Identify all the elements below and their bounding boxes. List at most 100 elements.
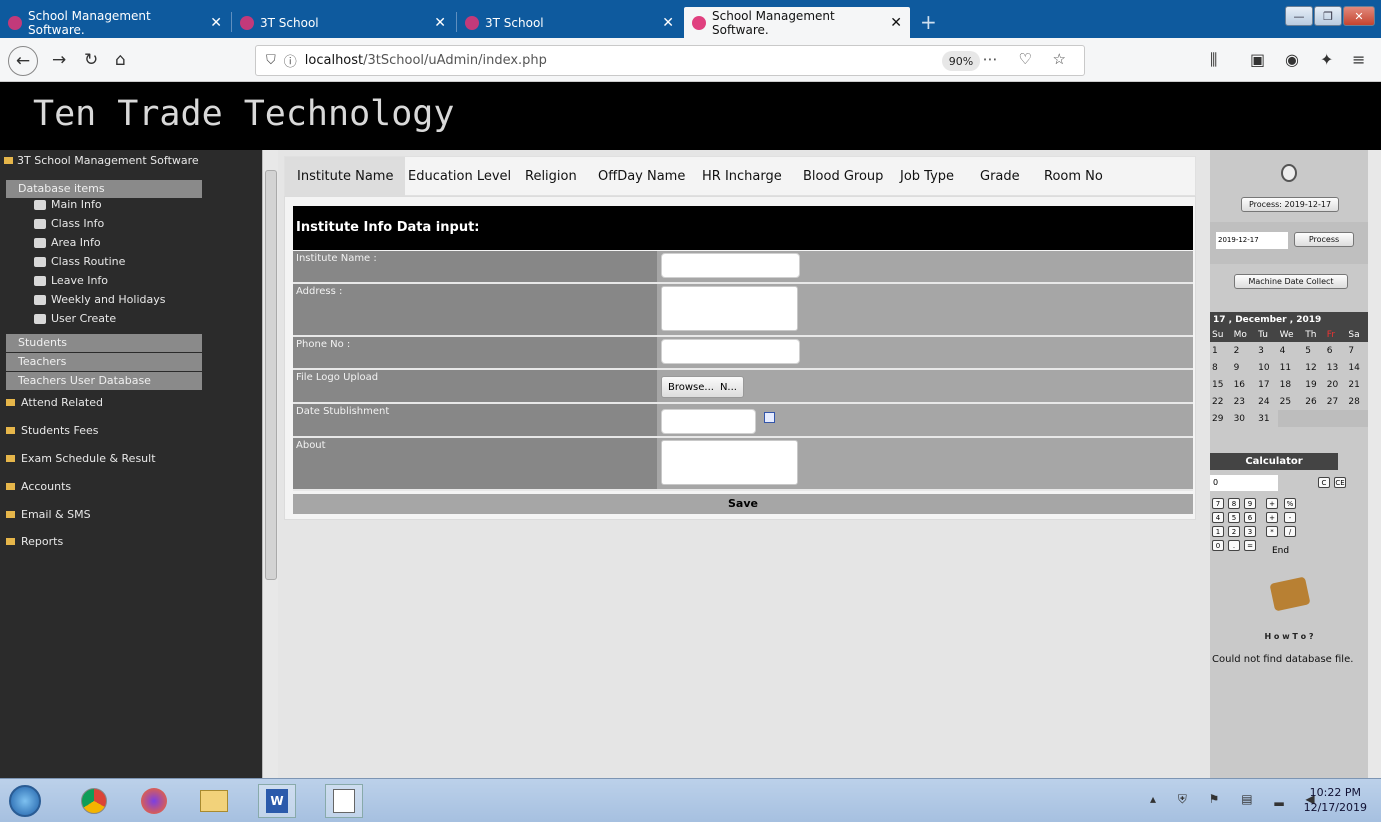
calendar-day[interactable]: 6	[1325, 342, 1347, 359]
calendar-day[interactable]: 21	[1346, 376, 1368, 393]
scrollbar-thumb[interactable]	[265, 170, 277, 580]
calendar-day[interactable]: 19	[1303, 376, 1325, 393]
calc-key[interactable]: -	[1284, 512, 1296, 523]
folder-attend-related[interactable]: Attend Related	[6, 396, 103, 409]
machine-date-collect-button[interactable]: Machine Date Collect	[1234, 274, 1348, 289]
band-teachers-user-database[interactable]: Teachers User Database	[6, 372, 202, 390]
tab-job-type[interactable]: Job Type	[888, 157, 966, 197]
forward-icon[interactable]: →	[52, 50, 66, 70]
sidebar-item-class-info[interactable]: Class Info	[34, 217, 104, 230]
calc-key[interactable]: 2	[1228, 526, 1240, 537]
calendar-day[interactable]: 30	[1232, 410, 1257, 427]
calendar-day[interactable]: 24	[1256, 393, 1278, 410]
save-button[interactable]: Save	[293, 494, 1193, 514]
tab-room-no[interactable]: Room No	[1032, 157, 1115, 197]
date-input[interactable]: 2019-12-17	[1216, 232, 1288, 249]
reload-icon[interactable]: ↻	[84, 50, 98, 70]
calc-key[interactable]: 7	[1212, 498, 1224, 509]
calendar-day[interactable]: 4	[1278, 342, 1304, 359]
browser-tab-1[interactable]: School Management Software. ✕	[0, 7, 230, 38]
calc-key[interactable]: 0	[1212, 540, 1224, 551]
phone-input[interactable]	[661, 339, 800, 364]
calc-key[interactable]: 4	[1212, 512, 1224, 523]
calendar-day[interactable]: 23	[1232, 393, 1257, 410]
band-students[interactable]: Students	[6, 334, 202, 352]
calendar-day[interactable]: 11	[1278, 359, 1304, 376]
tab-religion[interactable]: Religion	[513, 157, 589, 197]
calc-key[interactable]: 9	[1244, 498, 1256, 509]
band-teachers[interactable]: Teachers	[6, 353, 202, 371]
maximize-button[interactable]: ❐	[1314, 6, 1342, 26]
page-scrollbar[interactable]	[1368, 150, 1381, 778]
chrome-icon[interactable]	[75, 784, 113, 818]
calendar-day[interactable]: 3	[1256, 342, 1278, 359]
calendar-day[interactable]: 27	[1325, 393, 1347, 410]
browse-button[interactable]: Browse... N...	[661, 376, 744, 398]
calendar-day[interactable]: 31	[1256, 410, 1278, 427]
calendar-day[interactable]: 28	[1346, 393, 1368, 410]
tab-education-level[interactable]: Education Level	[396, 157, 523, 197]
new-tab-button[interactable]: +	[920, 10, 937, 34]
date-input[interactable]	[661, 409, 756, 434]
start-button[interactable]	[6, 784, 44, 818]
calendar-day[interactable]: 8	[1210, 359, 1232, 376]
browser-tab-3[interactable]: 3T School ✕	[457, 7, 682, 38]
sidebar-item-leave-info[interactable]: Leave Info	[34, 274, 108, 287]
about-textarea[interactable]	[661, 440, 798, 485]
calc-c-key[interactable]: C	[1318, 477, 1330, 488]
calendar-day[interactable]: 22	[1210, 393, 1232, 410]
zoom-level[interactable]: 90%	[942, 51, 980, 71]
tab-hr-incharge[interactable]: HR Incharge	[690, 157, 794, 197]
calc-key[interactable]: %	[1284, 498, 1296, 509]
calendar-day[interactable]: 14	[1346, 359, 1368, 376]
calc-ce-key[interactable]: CE	[1334, 477, 1346, 488]
address-textarea[interactable]	[661, 286, 798, 331]
account-icon[interactable]: ◉	[1285, 50, 1299, 69]
system-tray-icons[interactable]: ▴ ⛨ ⚑ ▤ ▂ ◀	[1150, 792, 1324, 807]
calc-key[interactable]: 8	[1228, 498, 1240, 509]
library-icon[interactable]: ⫼	[1210, 50, 1217, 70]
calendar-day[interactable]: 5	[1303, 342, 1325, 359]
url-bar[interactable]: ⛉ ⓘ localhost/3tSchool/uAdmin/index.php …	[255, 45, 1085, 76]
folder-exam-schedule-result[interactable]: Exam Schedule & Result	[6, 452, 156, 465]
calendar-day[interactable]: 2	[1232, 342, 1257, 359]
folder-students-fees[interactable]: Students Fees	[6, 424, 99, 437]
system-clock[interactable]: 10:22 PM 12/17/2019	[1304, 785, 1367, 815]
calendar-day[interactable]: 26	[1303, 393, 1325, 410]
sidebar-icon[interactable]: ▣	[1250, 50, 1265, 69]
calc-key[interactable]: 6	[1244, 512, 1256, 523]
process-date-button[interactable]: Process: 2019-12-17	[1241, 197, 1339, 212]
institute-name-input[interactable]	[661, 253, 800, 278]
calendar-day[interactable]: 1	[1210, 342, 1232, 359]
tree-root[interactable]: 3T School Management Software	[4, 154, 199, 167]
calendar-day[interactable]: 16	[1232, 376, 1257, 393]
browser-tab-4-active[interactable]: School Management Software. ✕	[684, 7, 910, 38]
calc-key[interactable]: 1	[1212, 526, 1224, 537]
editor-icon[interactable]	[325, 784, 363, 818]
calc-key[interactable]: =	[1244, 540, 1256, 551]
calc-key[interactable]: /	[1284, 526, 1296, 537]
calc-key[interactable]: 3	[1244, 526, 1256, 537]
menu-icon[interactable]: ≡	[1352, 50, 1365, 69]
sidebar-item-user-create[interactable]: User Create	[34, 312, 116, 325]
calc-key[interactable]: 5	[1228, 512, 1240, 523]
folder-reports[interactable]: Reports	[6, 535, 63, 548]
how-to-link[interactable]: H o w T o ?	[1210, 632, 1368, 641]
calendar-day[interactable]: 12	[1303, 359, 1325, 376]
calendar-day[interactable]: 20	[1325, 376, 1347, 393]
tab-institute-name[interactable]: Institute Name	[285, 157, 406, 197]
close-tab-icon[interactable]: ✕	[662, 15, 674, 31]
sidebar-item-weekly-holidays[interactable]: Weekly and Holidays	[34, 293, 165, 306]
folder-accounts[interactable]: Accounts	[6, 480, 71, 493]
calendar-day[interactable]: 13	[1325, 359, 1347, 376]
calculator-display[interactable]: 0	[1210, 475, 1278, 491]
calc-key[interactable]: +	[1266, 512, 1278, 523]
extension-icon[interactable]: ✦	[1320, 50, 1333, 69]
process-button[interactable]: Process	[1294, 232, 1354, 247]
calendar-day[interactable]: 25	[1278, 393, 1304, 410]
calendar-day[interactable]: 7	[1346, 342, 1368, 359]
calendar-icon[interactable]	[764, 412, 775, 423]
band-database-items[interactable]: Database items	[6, 180, 202, 198]
close-tab-icon[interactable]: ✕	[890, 15, 902, 31]
tab-blood-group[interactable]: Blood Group	[791, 157, 895, 197]
